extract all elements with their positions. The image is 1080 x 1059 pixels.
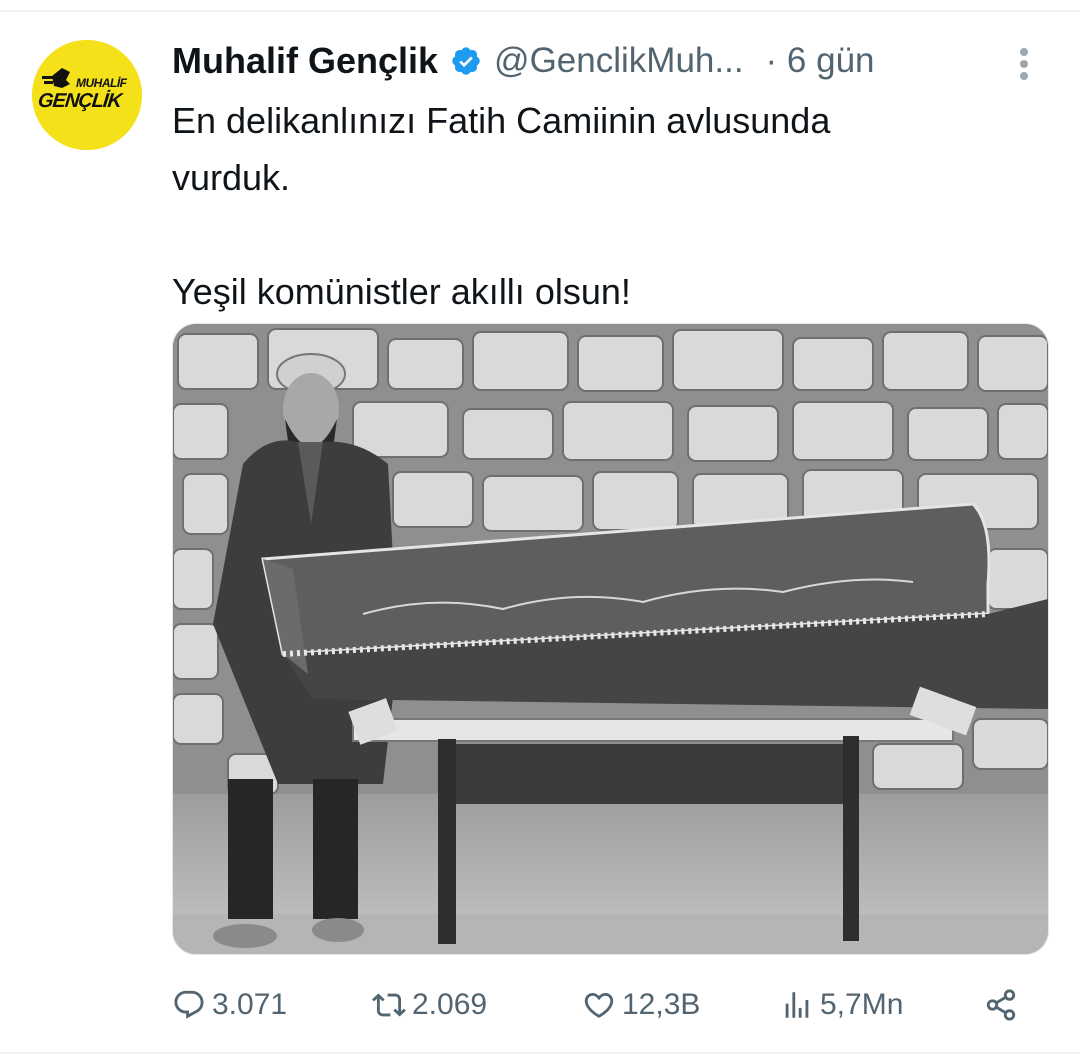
views-button[interactable]: 5,7Mn: [780, 982, 903, 1028]
verified-badge-icon[interactable]: [450, 45, 482, 77]
reply-count: 3.071: [212, 988, 288, 1021]
tweet-text-line: En delikanlınızı Fatih Camiinin avlusund…: [172, 100, 831, 141]
views-count: 5,7Mn: [820, 988, 904, 1021]
display-name[interactable]: Muhalif Gençlik: [172, 40, 438, 82]
repost-button[interactable]: 2.069: [372, 982, 487, 1028]
share-button[interactable]: [984, 982, 1024, 1028]
views-icon: [785, 992, 809, 1018]
avatar[interactable]: MUHALİF GENÇLİK: [32, 40, 142, 150]
photo-image: [173, 324, 1048, 954]
logo-lettering: MUHALİF GENÇLİK: [32, 40, 142, 150]
reply-icon: [174, 990, 204, 1019]
bottom-divider: [0, 1052, 1080, 1054]
reply-button[interactable]: 3.071: [172, 982, 287, 1028]
tweet-text-line: vurduk.: [172, 157, 291, 198]
more-vertical-icon[interactable]: [1012, 44, 1036, 84]
share-icon: [986, 989, 1016, 1021]
top-divider: [0, 10, 1080, 12]
action-bar: 3.071 2.069 12,3B 5,7Mn: [172, 982, 1042, 1028]
logo-line2: GENÇLİK: [36, 90, 123, 112]
tweet-text: En delikanlınızı Fatih Camiinin avlusund…: [172, 92, 1032, 320]
tweet-text-line: Yeşil komünistler akıllı olsun!: [172, 271, 631, 312]
tweet-photo[interactable]: [172, 323, 1049, 955]
handle[interactable]: @GenclikMuh...: [494, 41, 744, 81]
repost-count: 2.069: [412, 988, 488, 1021]
tweet-header: Muhalif Gençlik @GenclikMuh... · 6 gün: [172, 38, 875, 84]
like-count: 12,3B: [622, 988, 701, 1021]
repost-icon: [372, 993, 406, 1017]
timestamp[interactable]: · 6 gün: [766, 41, 875, 81]
like-button[interactable]: 12,3B: [582, 982, 700, 1028]
heart-icon: [584, 992, 614, 1018]
logo-line1: MUHALİF: [76, 76, 127, 90]
